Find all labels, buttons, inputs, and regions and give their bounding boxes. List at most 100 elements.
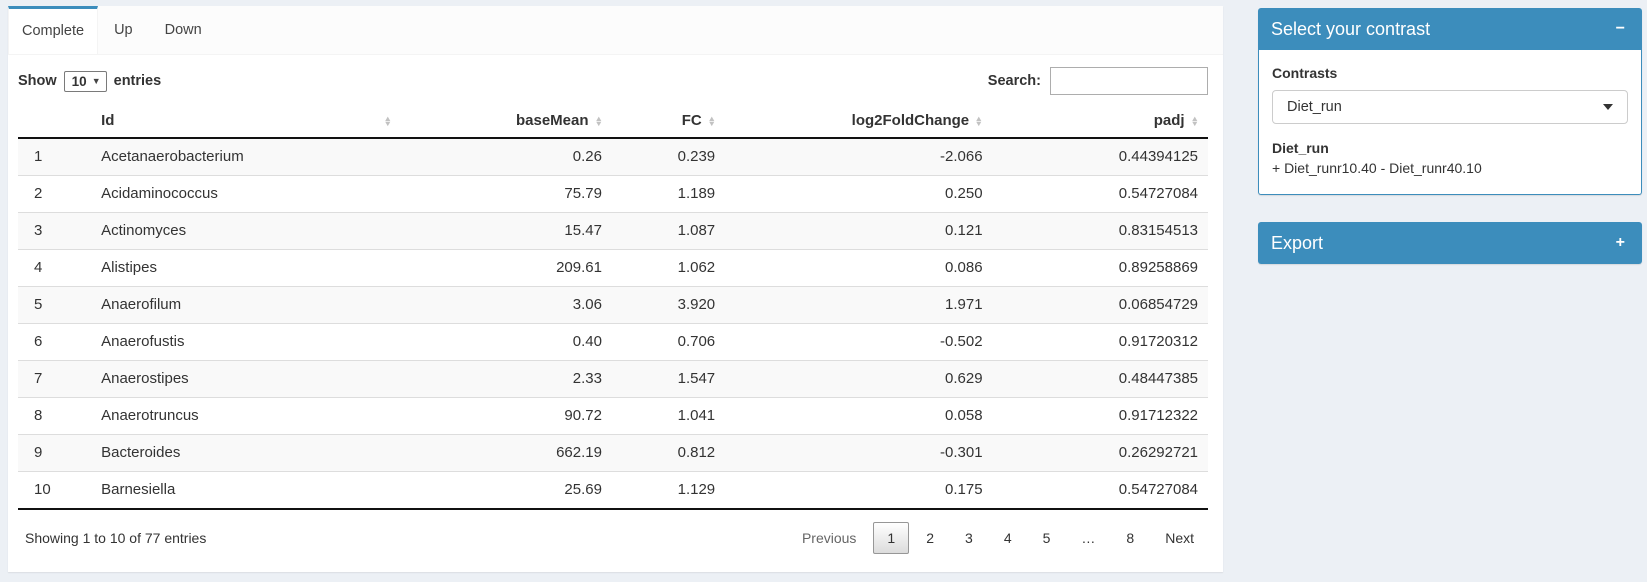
- sort-icon[interactable]: ▲▼: [595, 116, 602, 126]
- table-row: 3Actinomyces15.471.0870.1210.83154513: [18, 213, 1208, 250]
- search-input[interactable]: [1050, 67, 1208, 95]
- fc-cell: 1.547: [612, 361, 725, 398]
- padj-cell: 0.44394125: [993, 138, 1208, 176]
- page-length-select[interactable]: 10 ▼: [64, 71, 107, 92]
- row-index-cell: 10: [18, 472, 91, 510]
- fc-cell: 0.239: [612, 138, 725, 176]
- table-row: 4Alistipes209.611.0620.0860.89258869: [18, 250, 1208, 287]
- header-basemean[interactable]: baseMean ▲▼: [402, 104, 612, 138]
- pagination: Previous 12345…8 Next: [785, 522, 1208, 554]
- export-box: Export +: [1258, 222, 1642, 264]
- header-rownum: [18, 104, 91, 138]
- header-log2foldchange-label: log2FoldChange: [852, 112, 970, 129]
- results-table: Id ▲▼ baseMean ▲▼ FC ▲▼: [18, 104, 1208, 510]
- expand-icon[interactable]: +: [1612, 233, 1629, 253]
- table-row: 1Acetanaerobacterium0.260.239-2.0660.443…: [18, 138, 1208, 176]
- table-row: 9Bacteroides662.190.812-0.3010.26292721: [18, 435, 1208, 472]
- id-cell: Acetanaerobacterium: [91, 138, 402, 176]
- fc-cell: 0.812: [612, 435, 725, 472]
- padj-cell: 0.91720312: [993, 324, 1208, 361]
- log2foldchange-cell: 0.250: [725, 176, 992, 213]
- log2foldchange-cell: -0.301: [725, 435, 992, 472]
- id-cell: Barnesiella: [91, 472, 402, 510]
- table-row: 5Anaerofilum3.063.9201.9710.06854729: [18, 287, 1208, 324]
- header-id-label: Id: [101, 112, 114, 129]
- page-length-value: 10: [72, 74, 87, 89]
- id-cell: Anaerotruncus: [91, 398, 402, 435]
- basemean-cell: 662.19: [402, 435, 612, 472]
- pagination-next[interactable]: Next: [1151, 522, 1208, 554]
- table-row: 7Anaerostipes2.331.5470.6290.48447385: [18, 361, 1208, 398]
- basemean-cell: 0.40: [402, 324, 612, 361]
- header-id[interactable]: Id ▲▼: [91, 104, 402, 138]
- pagination-page-5[interactable]: 5: [1029, 522, 1065, 554]
- log2foldchange-cell: 0.629: [725, 361, 992, 398]
- table-row: 8Anaerotruncus90.721.0410.0580.91712322: [18, 398, 1208, 435]
- pagination-page-2[interactable]: 2: [912, 522, 948, 554]
- row-index-cell: 9: [18, 435, 91, 472]
- padj-cell: 0.26292721: [993, 435, 1208, 472]
- basemean-cell: 75.79: [402, 176, 612, 213]
- basemean-cell: 25.69: [402, 472, 612, 510]
- dropdown-caret-icon: [1603, 104, 1613, 110]
- entries-length-control: Show 10 ▼ entries: [18, 71, 161, 92]
- basemean-cell: 209.61: [402, 250, 612, 287]
- contrasts-label: Contrasts: [1272, 65, 1628, 81]
- pagination-pages: 12345…8: [870, 522, 1148, 554]
- sort-icon[interactable]: ▲▼: [708, 116, 715, 126]
- log2foldchange-cell: 0.086: [725, 250, 992, 287]
- row-index-cell: 3: [18, 213, 91, 250]
- contrast-select-value: Diet_run: [1287, 99, 1342, 115]
- table-body: 1Acetanaerobacterium0.260.239-2.0660.443…: [18, 138, 1208, 509]
- tab-complete[interactable]: Complete: [8, 6, 98, 54]
- sort-icon[interactable]: ▲▼: [384, 116, 391, 126]
- pagination-page-1[interactable]: 1: [873, 522, 909, 554]
- fc-cell: 1.189: [612, 176, 725, 213]
- id-cell: Bacteroides: [91, 435, 402, 472]
- tab-up[interactable]: Up: [98, 6, 149, 54]
- padj-cell: 0.06854729: [993, 287, 1208, 324]
- id-cell: Alistipes: [91, 250, 402, 287]
- contrast-box: Select your contrast − Contrasts Diet_ru…: [1258, 8, 1642, 195]
- row-index-cell: 1: [18, 138, 91, 176]
- contrast-box-title: Select your contrast: [1271, 8, 1430, 50]
- header-fc-label: FC: [682, 112, 702, 129]
- basemean-cell: 90.72: [402, 398, 612, 435]
- pagination-page-3[interactable]: 3: [951, 522, 987, 554]
- header-log2foldchange[interactable]: log2FoldChange ▲▼: [725, 104, 992, 138]
- row-index-cell: 2: [18, 176, 91, 213]
- header-fc[interactable]: FC ▲▼: [612, 104, 725, 138]
- tab-down[interactable]: Down: [149, 6, 218, 54]
- row-index-cell: 8: [18, 398, 91, 435]
- basemean-cell: 2.33: [402, 361, 612, 398]
- id-cell: Actinomyces: [91, 213, 402, 250]
- fc-cell: 1.129: [612, 472, 725, 510]
- log2foldchange-cell: 0.175: [725, 472, 992, 510]
- padj-cell: 0.91712322: [993, 398, 1208, 435]
- select-caret-icon: ▼: [92, 76, 101, 86]
- contrast-box-body: Contrasts Diet_run Diet_run + Diet_runr1…: [1258, 50, 1642, 195]
- collapse-icon[interactable]: −: [1612, 19, 1629, 39]
- header-padj[interactable]: padj ▲▼: [993, 104, 1208, 138]
- sort-icon[interactable]: ▲▼: [1191, 116, 1198, 126]
- tab-bar: Complete Up Down: [8, 6, 1223, 55]
- contrast-formula: + Diet_runr10.40 - Diet_runr40.10: [1272, 160, 1628, 176]
- results-panel: Complete Up Down Show 10 ▼ entries Searc…: [8, 6, 1223, 572]
- fc-cell: 0.706: [612, 324, 725, 361]
- row-index-cell: 5: [18, 287, 91, 324]
- show-label: Show: [18, 73, 57, 89]
- contrast-box-header: Select your contrast −: [1258, 8, 1642, 50]
- header-basemean-label: baseMean: [516, 112, 589, 129]
- pagination-page-4[interactable]: 4: [990, 522, 1026, 554]
- sort-icon[interactable]: ▲▼: [975, 116, 982, 126]
- contrast-select[interactable]: Diet_run: [1272, 90, 1628, 124]
- row-index-cell: 6: [18, 324, 91, 361]
- id-cell: Anaerofustis: [91, 324, 402, 361]
- padj-cell: 0.89258869: [993, 250, 1208, 287]
- id-cell: Acidaminococcus: [91, 176, 402, 213]
- id-cell: Anaerofilum: [91, 287, 402, 324]
- pagination-previous[interactable]: Previous: [788, 522, 870, 554]
- fc-cell: 3.920: [612, 287, 725, 324]
- pagination-page-8[interactable]: 8: [1112, 522, 1148, 554]
- log2foldchange-cell: -0.502: [725, 324, 992, 361]
